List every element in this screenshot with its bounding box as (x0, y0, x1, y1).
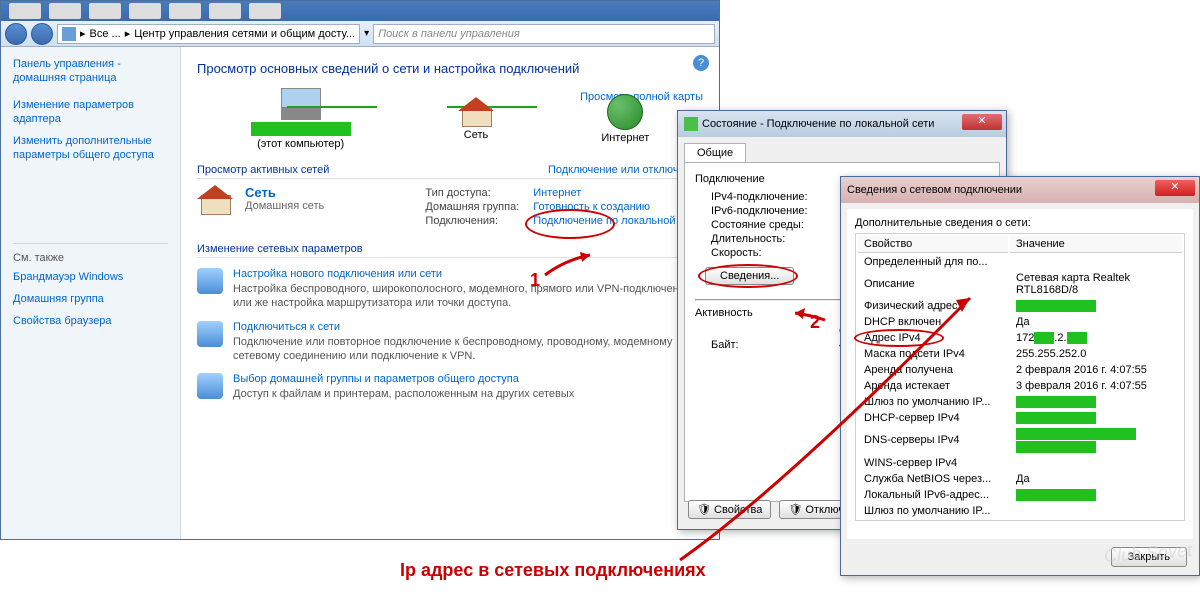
close-button[interactable]: ✕ (1155, 180, 1195, 196)
titlebar[interactable]: Сведения о сетевом подключении ✕ (841, 177, 1199, 203)
control-panel-icon (62, 27, 76, 41)
task-desc: Настройка беспроводного, широкополосного… (233, 282, 703, 311)
detail-row: Локальный IPv6-адрес... (858, 488, 1182, 502)
censored-value (1016, 412, 1096, 424)
taskbar-icon[interactable] (209, 3, 241, 19)
task-connect: Подключиться к сети Подключение или повт… (197, 321, 703, 364)
sidebar-link-sharing[interactable]: Изменить дополнительные параметры общего… (13, 134, 168, 163)
sidebar: Панель управления - домашняя страница Из… (1, 47, 181, 539)
sidebar-link-browser[interactable]: Свойства браузера (13, 314, 168, 328)
taskbar-icon[interactable] (169, 3, 201, 19)
detail-row: DHCP-сервер IPv4 (858, 411, 1182, 425)
see-also-label: См. также (13, 252, 168, 264)
network-details-table: Тип доступа:Интернет Домашняя группа:Гот… (423, 185, 703, 229)
window-title: Состояние - Подключение по локальной сет… (702, 118, 934, 130)
window-title: Сведения о сетевом подключении (847, 184, 1022, 196)
active-networks-heading: Просмотр активных сетей Подключение или … (197, 164, 703, 179)
connection-link[interactable]: Подключение по локальной сети (533, 215, 701, 227)
task-desc: Доступ к файлам и принтерам, расположенн… (233, 387, 574, 401)
network-icon (684, 117, 698, 131)
close-button[interactable]: ✕ (962, 114, 1002, 130)
sidebar-home-link[interactable]: Панель управления - домашняя страница (13, 57, 168, 86)
help-icon[interactable]: ? (693, 55, 709, 71)
detail-row: Аренда получена2 февраля 2016 г. 4:07:55 (858, 363, 1182, 377)
back-button[interactable] (5, 23, 27, 45)
pc-icon (281, 88, 321, 120)
task-icon (197, 268, 223, 294)
detail-row: Маска подсети IPv4255.255.252.0 (858, 347, 1182, 361)
detail-row: Физический адрес (858, 299, 1182, 313)
network-center-window: ▸ Все ... ▸ Центр управления сетями и об… (0, 0, 720, 540)
annotation-number-1: 1 (530, 270, 540, 291)
titlebar (1, 1, 719, 21)
task-desc: Подключение или повторное подключение к … (233, 335, 703, 364)
detail-row: Служба NetBIOS через...Да (858, 472, 1182, 486)
sidebar-link-homegroup[interactable]: Домашняя группа (13, 292, 168, 306)
page-heading: Просмотр основных сведений о сети и наст… (197, 61, 703, 76)
sidebar-link-adapter[interactable]: Изменение параметров адаптера (13, 98, 168, 127)
internet-label: Интернет (601, 132, 649, 144)
censored-value (1016, 396, 1096, 408)
taskbar-icon[interactable] (9, 3, 41, 19)
annotation-number-2: 2 (810, 312, 820, 333)
task-link[interactable]: Выбор домашней группы и параметров общег… (233, 373, 519, 385)
detail-row: ОписаниеСетевая карта Realtek RTL8168D/8 (858, 271, 1182, 297)
details-table: СвойствоЗначение Определенный для по...О… (855, 233, 1185, 521)
properties-button[interactable]: 🛡 Свойства (688, 500, 771, 519)
detail-row: Аренда истекает3 февраля 2016 г. 4:07:55 (858, 379, 1182, 393)
task-new-connection: Настройка нового подключения или сети На… (197, 268, 703, 311)
network-map: (этот компьютер) Сеть Интернет (197, 88, 703, 150)
censored-text (251, 122, 351, 136)
details-button[interactable]: Сведения... (705, 267, 794, 285)
censored-value (1016, 428, 1136, 440)
annotation-caption: Ip адрес в сетевых подключениях (400, 560, 706, 581)
change-settings-heading: Изменение сетевых параметров (197, 243, 703, 258)
task-link[interactable]: Подключиться к сети (233, 321, 340, 333)
annotation-circle-ipv4 (854, 329, 944, 347)
task-icon (197, 373, 223, 399)
taskbar-icon[interactable] (49, 3, 81, 19)
main-content: ? Просмотр основных сведений о сети и на… (181, 47, 719, 539)
taskbar-icon[interactable] (129, 3, 161, 19)
detail-row: Определенный для по... (858, 255, 1182, 269)
pc-sublabel: (этот компьютер) (251, 138, 351, 150)
task-icon (197, 321, 223, 347)
task-homegroup: Выбор домашней группы и параметров общег… (197, 373, 703, 401)
detail-row: Шлюз по умолчанию IP... (858, 504, 1182, 518)
detail-row: DNS-серверы IPv4 (858, 427, 1182, 453)
nav-toolbar: ▸ Все ... ▸ Центр управления сетями и об… (1, 21, 719, 47)
forward-button[interactable] (31, 23, 53, 45)
breadcrumb-segment[interactable]: Центр управления сетями и общим досту... (134, 28, 355, 40)
titlebar[interactable]: Состояние - Подключение по локальной сет… (678, 111, 1006, 137)
connection-details-window: Сведения о сетевом подключении ✕ Дополни… (840, 176, 1200, 576)
search-input[interactable]: Поиск в панели управления (373, 24, 715, 44)
network-name: Сеть (245, 185, 411, 200)
details-subtitle: Дополнительные сведения о сети: (855, 217, 1185, 229)
taskbar-icon[interactable] (89, 3, 121, 19)
detail-row: Адрес IPv4172.2. (858, 331, 1182, 345)
house-icon (458, 97, 494, 127)
breadcrumb-segment[interactable]: Все ... (90, 28, 121, 40)
tab-general[interactable]: Общие (684, 143, 746, 162)
censored-value (1016, 489, 1096, 501)
sidebar-link-firewall[interactable]: Брандмауэр Windows (13, 270, 168, 284)
censored-value (1016, 300, 1096, 312)
globe-icon (607, 94, 643, 130)
detail-row: DHCP включенДа (858, 315, 1182, 329)
detail-row: Шлюз по умолчанию IP... (858, 395, 1182, 409)
breadcrumb[interactable]: ▸ Все ... ▸ Центр управления сетями и об… (57, 24, 360, 44)
house-icon (197, 185, 233, 215)
network-type[interactable]: Домашняя сеть (245, 200, 411, 212)
taskbar-icon[interactable] (249, 3, 281, 19)
network-label: Сеть (458, 129, 494, 141)
task-link[interactable]: Настройка нового подключения или сети (233, 268, 442, 280)
detail-row: WINS-сервер IPv4 (858, 456, 1182, 470)
